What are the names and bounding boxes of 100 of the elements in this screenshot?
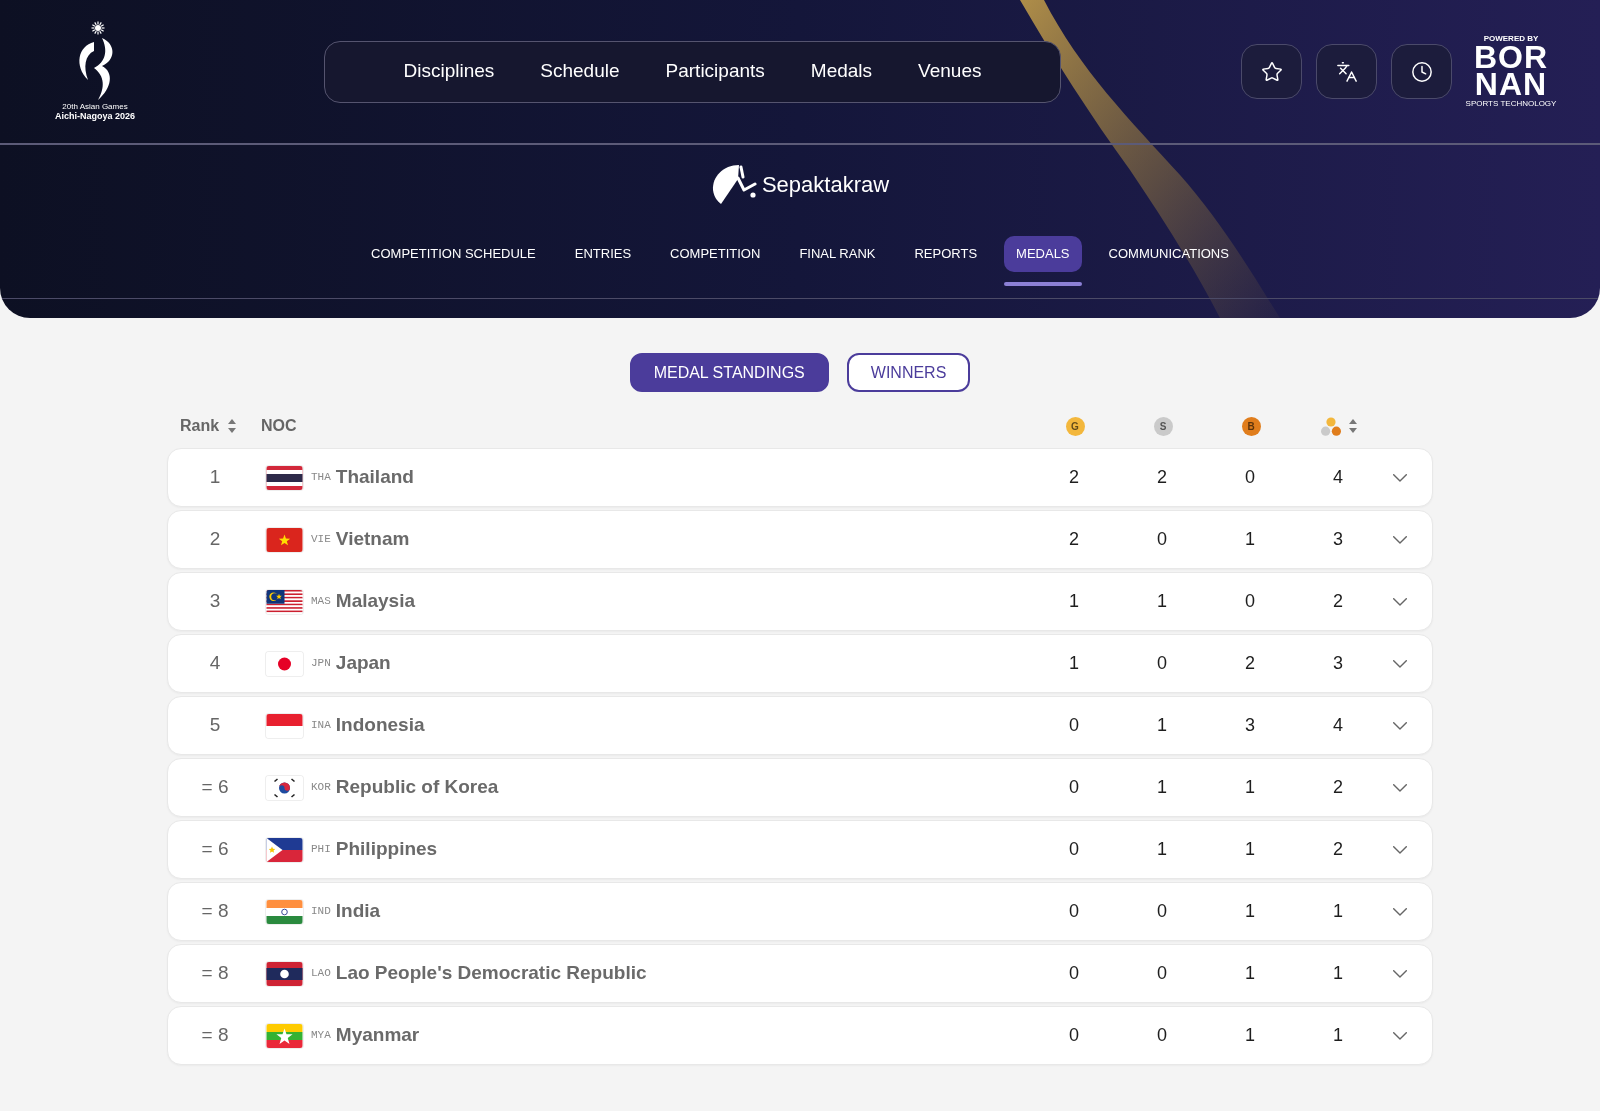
total-count: 1 xyxy=(1333,962,1343,985)
total-count: 2 xyxy=(1333,776,1343,799)
medal-count: 0 xyxy=(1157,1024,1167,1047)
noc-code: THA xyxy=(311,470,331,486)
medal-count: 1 xyxy=(1157,838,1167,861)
expand-button[interactable] xyxy=(1393,597,1407,606)
chevron-icon xyxy=(1393,1031,1407,1040)
chevron-icon xyxy=(1393,721,1407,730)
medal-count: 1 xyxy=(1245,528,1255,551)
view-toggle-button[interactable]: WINNERS xyxy=(846,353,971,392)
noc-code: JPN xyxy=(311,656,331,672)
view-toggle-button[interactable]: MEDAL STANDINGS xyxy=(629,353,829,392)
country-name: Indonesia xyxy=(335,713,425,738)
section-tab[interactable]: COMPETITION xyxy=(658,236,773,272)
expand-button[interactable] xyxy=(1393,1031,1407,1040)
medal-count: 1 xyxy=(1157,590,1167,613)
medal-count: 1 xyxy=(1069,590,1079,613)
chevron-icon xyxy=(1393,473,1407,482)
total-count: 2 xyxy=(1333,590,1343,613)
vietnam-flag-icon xyxy=(266,527,303,552)
nav-link[interactable]: Participants xyxy=(665,57,765,86)
expand-button[interactable] xyxy=(1393,473,1407,482)
expand-button[interactable] xyxy=(1393,535,1407,544)
expand-button[interactable] xyxy=(1393,721,1407,730)
noc-code: LAO xyxy=(311,966,331,982)
column-sort-button[interactable]: Rank xyxy=(180,414,237,438)
expand-button[interactable] xyxy=(1393,659,1407,668)
chevron-icon xyxy=(1393,597,1407,606)
medal-count: 2 xyxy=(1069,466,1079,489)
logo-title: Aichi-Nagoya 2026 xyxy=(54,111,135,122)
noc-code: INA xyxy=(311,718,331,734)
chevron-icon xyxy=(1393,969,1407,978)
noc-code: VIE xyxy=(311,532,331,548)
expand-button[interactable] xyxy=(1393,783,1407,792)
total-count: 3 xyxy=(1333,652,1343,675)
country-name: Malaysia xyxy=(335,589,416,614)
star-icon xyxy=(1260,60,1283,83)
column-heading: NOC xyxy=(261,416,297,436)
sponsor-wordmark: BOR NAN xyxy=(1473,44,1549,98)
expand-button[interactable] xyxy=(1393,907,1407,916)
expand-button[interactable] xyxy=(1393,969,1407,978)
expand-button[interactable] xyxy=(1393,845,1407,854)
chevron-icon xyxy=(1393,659,1407,668)
total-sort-button[interactable] xyxy=(1321,416,1357,436)
rank-text: = 8 xyxy=(201,1023,229,1048)
total-count: 4 xyxy=(1333,714,1343,737)
nav-link[interactable]: Venues xyxy=(918,57,982,86)
thailand-flag-icon xyxy=(266,465,303,490)
country-name: Myanmar xyxy=(335,1023,420,1048)
medal-count: 0 xyxy=(1069,838,1079,861)
medal-count: 0 xyxy=(1157,652,1167,675)
medal-count: 0 xyxy=(1069,1024,1079,1047)
section-tab[interactable]: COMMUNICATIONS xyxy=(1096,236,1241,272)
medal-count: 2 xyxy=(1157,466,1167,489)
medal-marker: G xyxy=(1065,416,1085,436)
section-tab[interactable]: REPORTS xyxy=(902,236,990,272)
chevron-icon xyxy=(1393,535,1407,544)
medal-count: 0 xyxy=(1157,528,1167,551)
section-tab[interactable]: ENTRIES xyxy=(562,236,644,272)
rank-text: = 6 xyxy=(201,775,229,800)
noc-code: IND xyxy=(311,904,331,920)
medal-count: 2 xyxy=(1069,528,1079,551)
medal-count: 1 xyxy=(1245,838,1255,861)
rank-text: = 8 xyxy=(201,961,229,986)
laos-flag-icon xyxy=(266,961,303,986)
history-button[interactable] xyxy=(1391,44,1452,99)
noc-code: MYA xyxy=(311,1028,331,1044)
philippines-flag-icon xyxy=(266,837,303,862)
rank-text: = 8 xyxy=(201,899,229,924)
nav-link[interactable]: Medals xyxy=(810,57,873,86)
myanmar-flag-icon xyxy=(266,1023,303,1048)
noc-code: KOR xyxy=(311,780,331,796)
medal-count: 0 xyxy=(1069,962,1079,985)
rank-text: 3 xyxy=(209,589,221,614)
noc-code: PHI xyxy=(311,842,331,858)
section-tab[interactable]: FINAL RANK xyxy=(787,236,888,272)
japan-flag-icon xyxy=(266,651,303,676)
medal-count: 1 xyxy=(1157,776,1167,799)
medal-count: 0 xyxy=(1157,900,1167,923)
noc-code: MAS xyxy=(311,594,331,610)
rank-text: 5 xyxy=(209,713,221,738)
total-count: 1 xyxy=(1333,1024,1343,1047)
rank-text: 2 xyxy=(209,527,221,552)
section-tab[interactable]: COMPETITION SCHEDULE xyxy=(359,236,548,272)
medal-marker: S xyxy=(1153,416,1173,436)
section-tab[interactable]: MEDALS xyxy=(1004,236,1082,272)
medal-count: 3 xyxy=(1245,714,1255,737)
country-name: Lao People's Democratic Republic xyxy=(335,961,647,986)
chevron-icon xyxy=(1393,845,1407,854)
total-count: 2 xyxy=(1333,838,1343,861)
nav-link[interactable]: Disciplines xyxy=(403,57,495,86)
language-button[interactable] xyxy=(1316,44,1377,99)
logo-caption: 20th Asian Games xyxy=(62,102,128,111)
medals-total-icon xyxy=(1321,416,1341,436)
sponsor-tagline: SPORTS TECHNOLOGY xyxy=(1465,99,1557,109)
medal-count: 1 xyxy=(1245,1024,1255,1047)
indonesia-flag-icon xyxy=(266,713,303,738)
country-name: Republic of Korea xyxy=(335,775,499,800)
favorites-button[interactable] xyxy=(1241,44,1302,99)
nav-link[interactable]: Schedule xyxy=(540,57,620,86)
